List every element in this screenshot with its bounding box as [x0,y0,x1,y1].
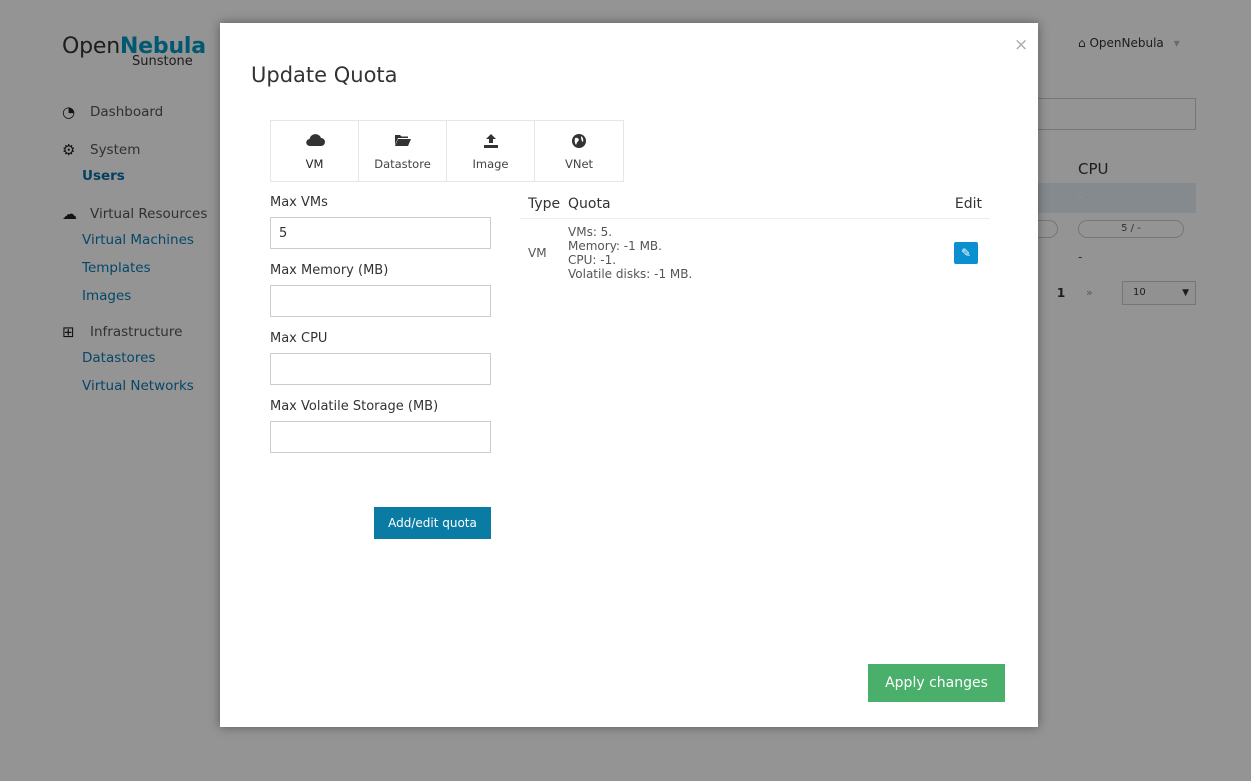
dialog-title: Update Quota [251,63,398,87]
update-quota-dialog: × Update Quota VM Datastore Image VNet M… [220,23,1038,727]
tab-datastore[interactable]: Datastore [359,121,447,181]
tab-label: VM [305,157,324,171]
tab-vnet[interactable]: VNet [535,121,623,181]
max-cpu-input[interactable] [270,353,491,385]
quota-line: VMs: 5. [568,224,613,239]
apply-changes-button[interactable]: Apply changes [868,664,1005,702]
tab-label: Datastore [374,157,431,171]
tab-label: VNet [564,157,594,171]
tab-image[interactable]: Image [447,121,535,181]
column-header-quota: Quota [568,190,896,219]
pencil-icon: ✎ [960,245,972,260]
quota-line: Memory: -1 MB. [568,238,662,253]
quota-table: Type Quota Edit VM VMs: 5. Memory: -1 MB… [520,190,990,281]
column-header-edit: Edit [895,190,990,219]
folder-open-icon [359,133,446,153]
edit-quota-button[interactable]: ✎ [954,241,978,264]
max-memory-label: Max Memory (MB) [270,263,389,278]
max-volatile-storage-label: Max Volatile Storage (MB) [270,399,439,414]
table-row: VM VMs: 5. Memory: -1 MB. CPU: -1. Volat… [520,218,990,281]
quota-line: CPU: -1. [568,252,617,267]
cloud-icon [271,133,358,153]
max-vms-input[interactable] [270,217,491,249]
tab-label: Image [472,157,509,171]
quota-type-cell: VM [528,245,547,260]
globe-icon [535,133,623,153]
quota-line: Volatile disks: -1 MB. [568,266,693,281]
close-icon[interactable]: × [1014,35,1028,55]
column-header-type: Type [520,190,568,219]
max-vms-label: Max VMs [270,195,328,210]
quota-form: Max VMs Max Memory (MB) Max CPU Max Vola… [270,195,491,467]
table-header-row: Type Quota Edit [520,190,990,219]
tab-vm[interactable]: VM [271,121,359,181]
edit-cell: ✎ [895,218,990,281]
quota-type-tabs: VM Datastore Image VNet [270,120,624,182]
upload-icon [447,133,534,153]
quota-detail-cell: VMs: 5. Memory: -1 MB. CPU: -1. Volatile… [568,218,895,281]
max-cpu-label: Max CPU [270,331,328,346]
add-edit-quota-button[interactable]: Add/edit quota [374,507,491,539]
max-volatile-storage-input[interactable] [270,421,491,453]
max-memory-input[interactable] [270,285,491,317]
